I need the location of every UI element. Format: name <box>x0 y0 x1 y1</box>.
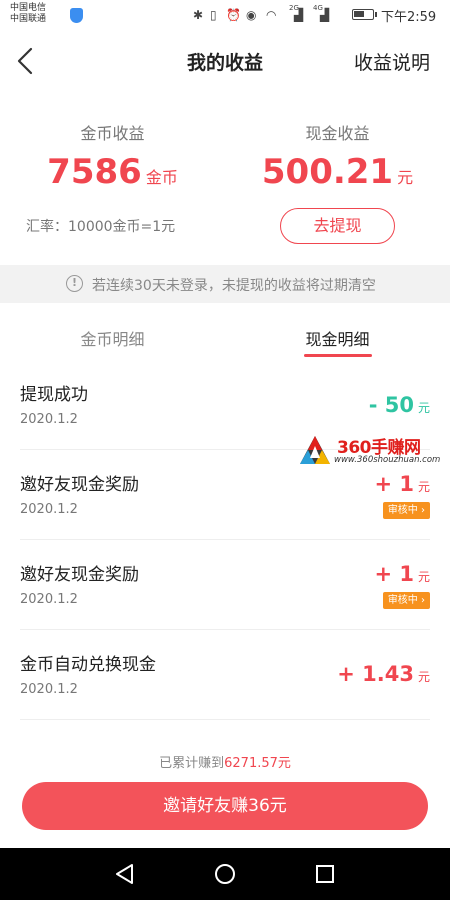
site-watermark: 360手赚网 www.360shouzhuan.com <box>298 432 448 472</box>
total-earned-value: 6271.57元 <box>224 756 291 771</box>
divider <box>20 719 430 720</box>
record-amount-value: + 1 <box>374 472 414 496</box>
nav-back-icon[interactable] <box>112 861 138 887</box>
record-amount-value: + 1.43 <box>337 662 414 686</box>
under-review-badge[interactable]: 审核中 › <box>382 502 430 519</box>
cash-record-list: 提现成功 2020.1.2 - 50 元 邀好友现金奖励 2020.1.2 + 1… <box>0 360 450 720</box>
withdraw-button[interactable]: 去提现 <box>280 208 395 244</box>
record-date: 2020.1.2 <box>20 682 78 697</box>
watermark-url: www.360shouzhuan.com <box>334 455 441 465</box>
bluetooth-icon: ✱ <box>193 8 204 22</box>
coin-amount-value: 7586 <box>47 152 142 192</box>
signal-1-icon: ▟ <box>294 8 304 22</box>
record-amount-unit: 元 <box>417 401 430 415</box>
tab-coin-details[interactable]: 金币明细 <box>0 326 225 350</box>
tab-cash-details[interactable]: 现金明细 <box>225 326 450 350</box>
signal-2-icon: ▟ <box>320 8 330 22</box>
record-amount-unit: 元 <box>417 670 430 684</box>
list-item: 邀好友现金奖励 2020.1.2 + 1元 审核中 › <box>0 540 450 630</box>
earnings-help-link[interactable]: 收益说明 <box>354 48 430 75</box>
record-amount: + 1元 <box>374 472 430 496</box>
coin-earnings-label: 金币收益 <box>80 124 145 143</box>
active-tab-indicator <box>304 354 372 357</box>
under-review-badge[interactable]: 审核中 › <box>382 592 430 609</box>
invite-friends-button[interactable]: 邀请好友赚36元 <box>22 782 428 830</box>
exchange-rate: 汇率：10000金币=1元 <box>26 219 176 235</box>
record-date: 2020.1.2 <box>20 412 78 427</box>
list-item: 金币自动兑换现金 2020.1.2 + 1.43 元 <box>0 630 450 720</box>
record-title: 邀好友现金奖励 <box>20 475 139 495</box>
expiry-notice: ! 若连续30天未登录，未提现的收益将过期清空 <box>0 265 450 303</box>
eye-icon: ◉ <box>246 8 257 22</box>
record-amount: + 1.43 元 <box>337 662 430 686</box>
record-title: 邀好友现金奖励 <box>20 565 139 585</box>
total-earned-prefix: 已累计赚到 <box>159 756 225 771</box>
battery-level <box>354 11 364 17</box>
vibrate-icon: ▯ <box>210 8 217 22</box>
coin-amount-unit: 金币 <box>145 168 178 187</box>
total-earned: 已累计赚到6271.57元 <box>0 752 450 771</box>
cash-amount-unit: 元 <box>397 168 414 187</box>
record-amount-value: - 50 <box>368 393 414 417</box>
nav-home-icon[interactable] <box>212 861 238 887</box>
wifi-icon: ◠ <box>266 8 277 22</box>
status-bar: 中国电信 中国联通 ✱ ▯ ⏰ ◉ ◠ 2G ▟ 4G ▟ 下午2:59 <box>0 0 450 32</box>
security-shield-icon <box>70 8 83 23</box>
record-title: 金币自动兑换现金 <box>20 655 156 675</box>
notice-text: 若连续30天未登录，未提现的收益将过期清空 <box>92 278 376 294</box>
cash-amount-value: 500.21 <box>261 152 394 192</box>
cash-earnings-label: 现金收益 <box>305 124 370 143</box>
status-time: 下午2:59 <box>381 10 437 25</box>
record-amount-unit: 元 <box>417 570 430 584</box>
cash-earnings-amount: 500.21 元 <box>225 152 450 192</box>
record-title: 提现成功 <box>20 385 88 405</box>
record-amount-unit: 元 <box>417 480 430 494</box>
nav-recents-icon[interactable] <box>312 861 338 887</box>
record-date: 2020.1.2 <box>20 592 78 607</box>
record-amount: - 50 元 <box>369 393 430 417</box>
watermark-logo-icon <box>300 436 330 464</box>
coin-earnings-amount: 7586 金币 <box>0 152 225 192</box>
battery-icon <box>352 9 377 20</box>
carrier-2: 中国联通 <box>10 14 47 24</box>
record-amount: + 1元 <box>374 562 430 586</box>
info-icon: ! <box>66 275 83 292</box>
system-nav-bar <box>0 848 450 900</box>
alarm-icon: ⏰ <box>226 8 241 22</box>
carrier-info: 中国电信 中国联通 <box>10 3 46 25</box>
record-amount-value: + 1 <box>374 562 414 586</box>
carrier-1: 中国电信 <box>10 3 47 13</box>
record-date: 2020.1.2 <box>20 502 78 517</box>
